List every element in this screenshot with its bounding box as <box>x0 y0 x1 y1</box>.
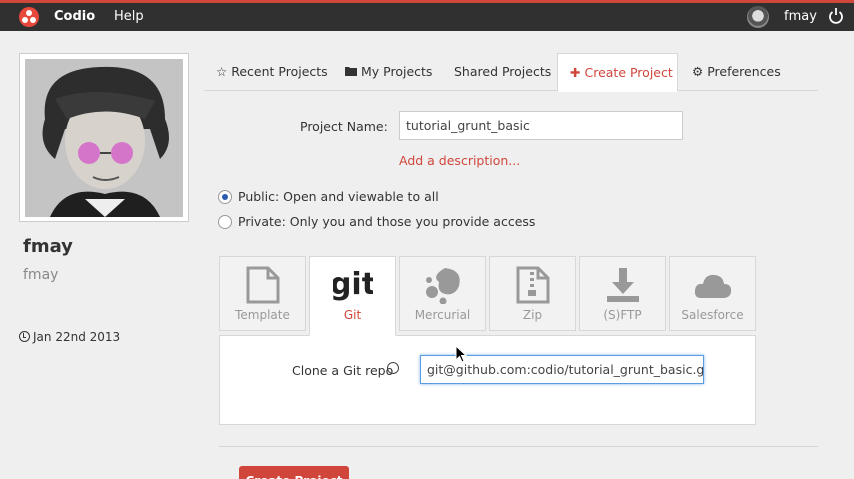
source-template[interactable]: Template <box>219 256 306 331</box>
profile-handle: fmay <box>23 267 59 283</box>
codio-logo-icon[interactable] <box>19 7 39 27</box>
source-zip[interactable]: Zip <box>489 256 576 331</box>
private-option[interactable]: Private: Only you and those you provide … <box>218 214 535 229</box>
tab-recent-projects[interactable]: ☆ Recent Projects <box>216 53 328 91</box>
mouse-cursor-icon <box>455 345 467 363</box>
download-icon <box>606 268 639 302</box>
source-salesforce[interactable]: Salesforce <box>669 256 756 331</box>
form-divider <box>219 446 818 447</box>
help-lifebuoy-icon[interactable] <box>387 362 399 374</box>
source-sftp[interactable]: (S)FTP <box>579 256 666 331</box>
add-description-link[interactable]: Add a description... <box>399 153 520 168</box>
svg-text:git: git <box>333 267 373 302</box>
project-name-label: Project Name: <box>300 119 388 134</box>
zip-icon <box>516 266 549 304</box>
tab-shared-projects[interactable]: Shared Projects <box>454 53 551 91</box>
tab-preferences[interactable]: ⚙ Preferences <box>692 53 781 91</box>
source-mercurial[interactable]: Mercurial <box>399 256 486 331</box>
user-menu[interactable]: fmay <box>784 9 817 24</box>
public-option[interactable]: Public: Open and viewable to all <box>218 189 439 204</box>
create-project-button[interactable]: Create Project <box>239 466 349 479</box>
profile-photo-frame <box>19 53 189 222</box>
git-icon: git <box>333 267 373 302</box>
cloud-icon <box>694 274 731 298</box>
user-avatar[interactable] <box>747 6 769 28</box>
profile-photo <box>25 59 183 217</box>
clone-label: Clone a Git repo <box>292 363 394 378</box>
private-radio[interactable] <box>218 215 232 229</box>
file-icon <box>246 266 279 304</box>
joined-date: Jan 22nd 2013 <box>19 330 120 344</box>
plus-icon: ✚ <box>570 65 581 80</box>
tab-my-projects[interactable]: My Projects <box>345 53 432 91</box>
source-git[interactable]: git Git <box>309 256 396 336</box>
project-tabs: ☆ Recent Projects My Projects Shared Proj… <box>204 53 818 92</box>
project-name-input[interactable] <box>399 111 683 140</box>
folder-icon <box>345 64 357 79</box>
star-icon: ☆ <box>216 64 228 79</box>
help-link[interactable]: Help <box>114 9 144 24</box>
mercurial-icon <box>425 268 460 304</box>
profile-name: fmay <box>23 236 73 257</box>
clock-icon <box>19 331 30 342</box>
power-icon[interactable] <box>828 7 844 25</box>
public-radio[interactable] <box>218 190 232 204</box>
top-bar: Codio Help fmay <box>0 0 854 31</box>
tab-create-project[interactable]: ✚ Create Project <box>557 53 678 92</box>
gear-icon: ⚙ <box>692 64 704 79</box>
brand-link[interactable]: Codio <box>54 9 95 24</box>
